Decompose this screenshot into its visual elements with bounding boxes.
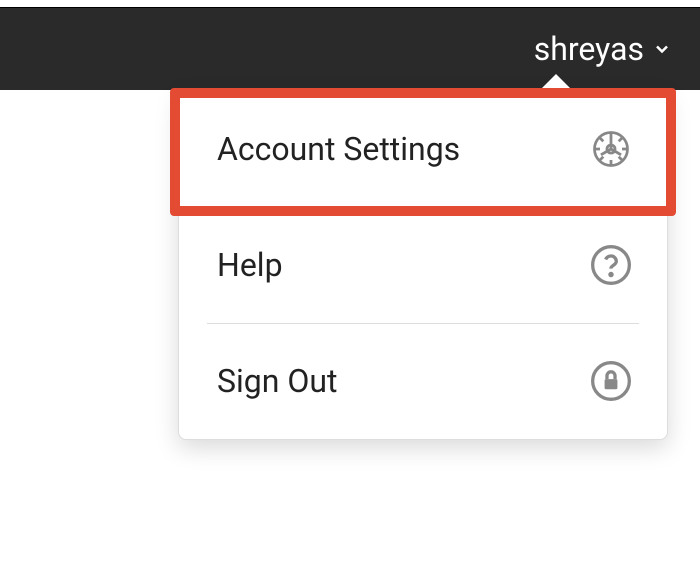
dropdown-arrow [540,74,572,90]
menu-item-label: Sign Out [217,362,337,400]
chevron-down-icon [652,39,672,59]
question-icon [589,243,633,287]
username-label: shreyas [534,30,644,68]
lock-icon [589,359,633,403]
dropdown-container: Account Settings [178,90,668,440]
menu-item-help[interactable]: Help [179,207,667,323]
window-chrome-sliver [0,0,700,8]
menu-item-sign-out[interactable]: Sign Out [179,323,667,439]
user-dropdown-menu: Account Settings [178,90,668,440]
user-menu-trigger[interactable]: shreyas [534,30,672,68]
menu-item-label: Help [217,246,283,284]
menu-item-label: Account Settings [217,130,460,168]
menu-item-account-settings[interactable]: Account Settings [179,91,667,207]
header-bar: shreyas [0,8,700,90]
gear-icon [589,127,633,171]
